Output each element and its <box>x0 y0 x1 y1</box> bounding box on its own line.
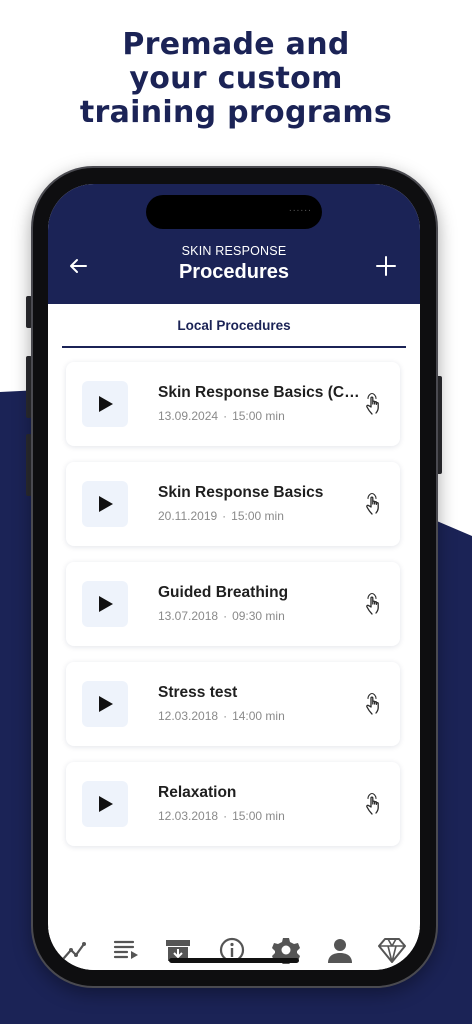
procedure-meta: 13.09.2024 · 15:00 min <box>158 409 285 423</box>
procedure-card[interactable]: Guided Breathing 13.07.2018 · 09:30 min <box>66 562 400 646</box>
playlist-icon[interactable] <box>112 936 140 964</box>
procedure-title: Guided Breathing <box>158 584 289 601</box>
procedure-title: Relaxation <box>158 784 237 801</box>
procedure-meta: 20.11.2019 · 15:00 min <box>158 509 284 523</box>
play-icon <box>99 696 113 712</box>
procedure-title: Stress test <box>158 684 238 701</box>
play-icon <box>99 396 113 412</box>
page-title: Procedures <box>178 261 290 283</box>
headline-line-1: Premade and <box>122 27 350 62</box>
procedure-date: 12.03.2018 <box>158 809 219 823</box>
header-subtitle: SKIN RESPONSE <box>181 244 287 258</box>
procedure-duration: 15:00 min <box>232 409 285 423</box>
procedure-duration: 14:00 min <box>232 709 285 723</box>
hand-touch-icon[interactable] <box>364 692 386 716</box>
procedure-date: 13.09.2024 <box>158 409 219 423</box>
procedure-duration: 15:00 min <box>231 509 284 523</box>
procedure-meta: 12.03.2018 · 14:00 min <box>158 709 285 723</box>
hand-touch-icon[interactable] <box>364 792 386 816</box>
procedure-card[interactable]: Skin Response Basics (CO... 13.09.2024 · 1… <box>66 362 400 446</box>
play-button[interactable] <box>82 781 128 827</box>
headline-line-2: your custom <box>129 61 343 96</box>
play-icon <box>99 596 113 612</box>
bottom-nav <box>48 928 420 970</box>
dynamic-island: ...... <box>146 195 322 229</box>
play-icon <box>99 796 113 812</box>
procedure-card[interactable]: Relaxation 12.03.2018 · 15:00 min <box>66 762 400 846</box>
meta-separator: · <box>223 409 228 423</box>
play-icon <box>99 496 113 512</box>
hand-touch-icon[interactable] <box>364 492 386 516</box>
procedure-meta: 13.07.2018 · 09:30 min <box>158 609 285 623</box>
app-header: ...... SKIN RESPONSE Procedures <box>48 184 420 304</box>
procedure-meta: 12.03.2018 · 15:00 min <box>158 809 285 823</box>
procedure-date: 12.03.2018 <box>158 709 219 723</box>
procedure-title: Skin Response Basics <box>158 484 324 501</box>
meta-separator: · <box>223 709 228 723</box>
meta-separator: · <box>223 609 228 623</box>
profile-icon[interactable] <box>326 936 354 964</box>
procedure-date: 13.07.2018 <box>158 609 219 623</box>
hand-touch-icon[interactable] <box>364 592 386 616</box>
trend-icon[interactable] <box>62 936 90 964</box>
play-button[interactable] <box>82 581 128 627</box>
procedure-duration: 15:00 min <box>232 809 285 823</box>
procedure-duration: 09:30 min <box>232 609 285 623</box>
play-button[interactable] <box>82 381 128 427</box>
tab-local-procedures[interactable]: Local Procedures <box>62 310 406 348</box>
procedure-card[interactable]: Skin Response Basics 20.11.2019 · 15:00 mi… <box>66 462 400 546</box>
procedure-date: 20.11.2019 <box>158 509 218 523</box>
play-button[interactable] <box>82 681 128 727</box>
diamond-icon[interactable] <box>378 936 406 964</box>
home-indicator <box>169 958 299 963</box>
headline: Premade and your custom training program… <box>0 28 472 130</box>
procedure-card[interactable]: Stress test 12.03.2018 · 14:00 min <box>66 662 400 746</box>
phone-screen: ...... SKIN RESPONSE Procedures Local Pr… <box>48 184 420 970</box>
meta-separator: · <box>222 509 227 523</box>
hand-touch-icon[interactable] <box>364 392 386 416</box>
play-button[interactable] <box>82 481 128 527</box>
headline-line-3: training programs <box>79 95 393 130</box>
island-dots: ...... <box>288 204 312 214</box>
meta-separator: · <box>223 809 228 823</box>
plus-icon[interactable] <box>374 254 398 278</box>
procedure-title: Skin Response Basics (CO... <box>158 384 368 401</box>
